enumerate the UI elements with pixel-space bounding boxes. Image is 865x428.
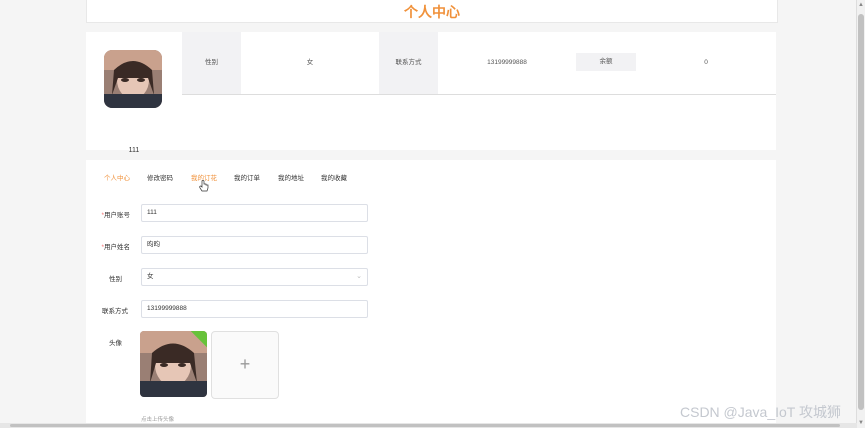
page-title: 个人中心: [404, 4, 460, 20]
balance-label: 余额: [576, 53, 636, 71]
contact-field-label: 联系方式: [102, 308, 128, 315]
tab-my-orders[interactable]: 我的订单: [234, 172, 260, 182]
profile-info-row: 性别 女 联系方式 13199999888 余额 0: [182, 32, 776, 95]
account-input-value: 111: [147, 209, 157, 216]
vertical-scrollbar[interactable]: ▲ ▼: [856, 0, 865, 428]
tab-my-favorites[interactable]: 我的收藏: [321, 172, 347, 182]
gender-field-label: 性别: [109, 276, 122, 283]
account-input[interactable]: 111: [141, 204, 368, 222]
tab-change-password[interactable]: 修改密码: [147, 172, 173, 182]
watermark: CSDN @Java_IoT 攻城狮: [680, 404, 841, 420]
scroll-up-icon[interactable]: ▲: [857, 0, 865, 10]
horizontal-scrollbar-thumb[interactable]: [10, 424, 840, 427]
avatar: [104, 50, 162, 108]
avatar-field-label: 头像: [109, 340, 122, 347]
header-card: 个人中心: [86, 0, 778, 23]
hand-cursor-icon: [199, 180, 209, 192]
vertical-scrollbar-thumb[interactable]: [858, 14, 864, 410]
name-input[interactable]: 昀昀: [141, 236, 368, 254]
profile-summary-card: 111 昀昀 性别 女 联系方式 13199999888 余额 0: [86, 32, 776, 172]
contact-value: 13199999888: [487, 59, 527, 66]
horizontal-scrollbar[interactable]: [0, 423, 857, 428]
avatar-upload-button[interactable]: +: [211, 331, 279, 399]
scroll-down-icon[interactable]: ▼: [857, 418, 865, 428]
contact-input-value: 13199999888: [147, 305, 187, 312]
upload-hint: 点击上传头像: [141, 417, 175, 423]
chevron-down-icon: ⌄: [356, 273, 362, 280]
tab-my-address[interactable]: 我的地址: [278, 172, 304, 182]
tab-profile[interactable]: 个人中心: [104, 172, 130, 182]
uploaded-avatar-thumbnail[interactable]: [140, 331, 207, 397]
account-label: *用户账号: [101, 212, 130, 219]
contact-input[interactable]: 13199999888: [141, 300, 368, 318]
name-input-value: 昀昀: [147, 241, 160, 248]
profile-username: 111: [128, 147, 140, 154]
balance-value: 0: [704, 59, 708, 66]
gender-select[interactable]: 女 ⌄: [141, 268, 368, 286]
contact-label: 联系方式: [379, 32, 438, 94]
gender-label: 性别: [182, 32, 241, 94]
gender-select-value: 女: [147, 273, 154, 280]
plus-icon: +: [239, 354, 251, 374]
name-label: *用户姓名: [101, 244, 130, 251]
gender-value: 女: [306, 59, 314, 66]
